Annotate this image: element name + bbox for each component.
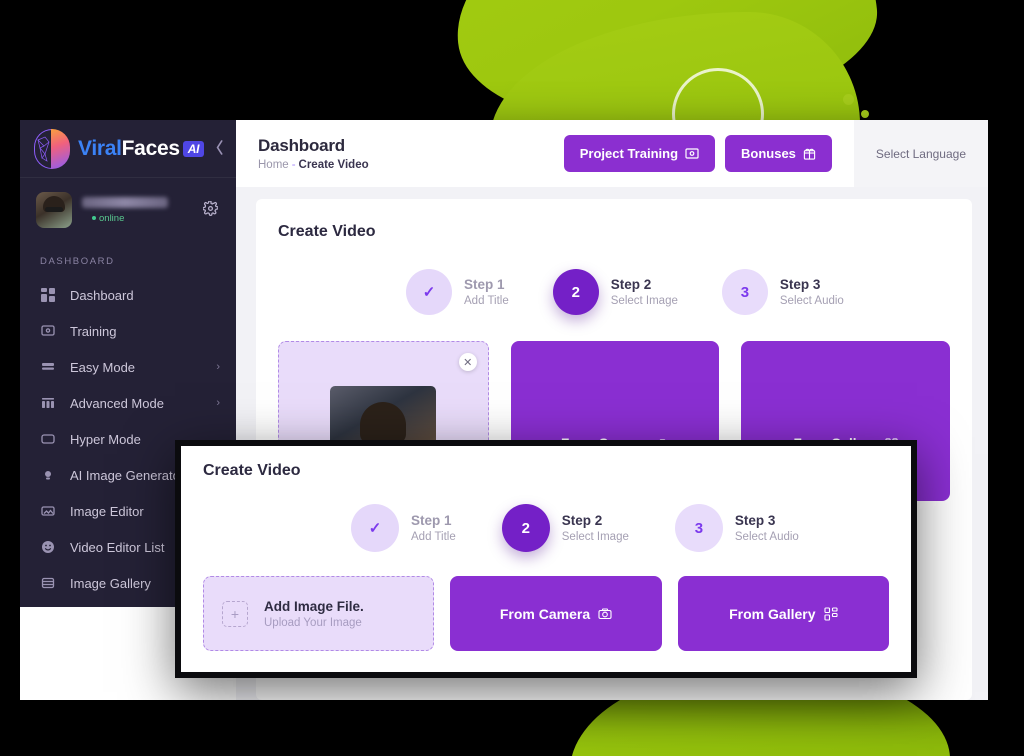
status-badge: online [92, 213, 193, 224]
monitor-icon [40, 431, 56, 447]
step-2-badge: 2 [552, 269, 599, 315]
photo-icon [40, 503, 56, 519]
sidebar-item-easy-mode[interactable]: Easy Mode › [20, 349, 236, 385]
brand-name-faces: Faces [121, 136, 180, 160]
gallery-grid-icon [823, 606, 838, 621]
grid-icon [40, 287, 56, 303]
project-training-button[interactable]: Project Training [563, 135, 716, 172]
modal-stepper: ✓ Step 1 Add Title 2 Step 2 Select Image… [203, 504, 889, 552]
modal-step-3[interactable]: 3 Step 3 Select Audio [674, 504, 799, 552]
brand-name: ViralFaces AI 〈 [78, 137, 223, 161]
modal-source-tiles: + Add Image File. Upload Your Image From… [203, 576, 889, 651]
modal-step-3-title: Step 3 [734, 513, 776, 528]
sparkle-icon [40, 467, 56, 483]
step-3-badge: 3 [721, 269, 768, 315]
close-icon[interactable]: ✕ [458, 353, 477, 371]
select-language-dropdown[interactable]: Select Language [853, 120, 988, 187]
breadcrumb-current: Create Video [298, 159, 369, 171]
step-1-subtitle: Add Title [464, 295, 509, 307]
modal-step-2-subtitle: Select Image [561, 531, 629, 543]
step-1[interactable]: ✓ Step 1 Add Title [406, 269, 509, 315]
modal-add-image-file-dropzone[interactable]: + Add Image File. Upload Your Image [203, 576, 435, 651]
layers-icon [40, 359, 56, 375]
step-1-badge: ✓ [406, 269, 452, 315]
modal-step-2-badge: 2 [501, 504, 550, 552]
brand-name-viral: Viral [78, 136, 122, 160]
user-profile[interactable]: online [20, 178, 236, 238]
status-label: online [99, 212, 125, 224]
step-2-subtitle: Select Image [610, 295, 678, 307]
bonuses-label: Bonuses [741, 146, 796, 161]
project-training-label: Project Training [579, 146, 679, 161]
screenshot-canvas: ViralFaces AI 〈 online DASHBOARD Dashboa… [0, 0, 1024, 756]
chevron-right-icon: › [216, 361, 220, 373]
modal-step-2-title: Step 2 [561, 513, 603, 528]
sidebar-item-dashboard[interactable]: Dashboard [20, 277, 236, 313]
gallery-icon [40, 575, 56, 591]
modal-from-gallery-button[interactable]: From Gallery [677, 576, 889, 651]
step-3-subtitle: Select Audio [779, 295, 844, 307]
page-header: Dashboard Home - Create Video Project Trai… [236, 120, 988, 187]
stepper: ✓ Step 1 Add Title 2 Step 2 Select Image [278, 269, 950, 315]
modal-step-1-title: Step 1 [411, 513, 452, 528]
breadcrumb-separator: - [291, 159, 296, 171]
sidebar-item-advanced-mode[interactable]: Advanced Mode › [20, 385, 236, 421]
bonuses-button[interactable]: Bonuses [725, 135, 832, 172]
dot-decoration [843, 94, 854, 105]
header-actions: Project Training Bonuses Select Language [563, 120, 988, 187]
smiley-icon [40, 539, 56, 555]
step-2-title: Step 2 [610, 277, 652, 292]
plus-icon: + [222, 600, 248, 627]
modal-step-1-subtitle: Add Title [411, 531, 456, 543]
viralfaces-face-icon [34, 128, 70, 169]
gear-icon[interactable] [202, 199, 222, 220]
sidebar-item-label: Dashboard [70, 287, 134, 303]
modal-from-gallery-label: From Gallery [729, 605, 816, 622]
camera-icon [598, 607, 612, 621]
sidebar-item-label: Training [70, 323, 117, 339]
modal-from-camera-label: From Camera [499, 605, 591, 622]
collapse-sidebar-icon[interactable]: 〈 [208, 140, 223, 157]
sidebar-item-label: Advanced Mode [70, 395, 164, 411]
modal-upload-title: Add Image File. [264, 598, 364, 614]
breadcrumb-home[interactable]: Home [258, 159, 289, 171]
columns-icon [40, 395, 56, 411]
modal-title: Create Video [203, 462, 301, 479]
step-1-title: Step 1 [464, 277, 505, 292]
modal-step-3-badge: 3 [674, 504, 723, 552]
modal-from-camera-button[interactable]: From Camera [450, 576, 662, 651]
page-title: Dashboard [258, 136, 345, 155]
sidebar-item-label: Easy Mode [70, 359, 136, 375]
modal-step-2[interactable]: 2 Step 2 Select Image [501, 504, 629, 552]
presentation-icon [40, 323, 56, 339]
modal-step-3-subtitle: Select Audio [734, 531, 799, 543]
step-3-title: Step 3 [779, 277, 821, 292]
card-title: Create Video [278, 223, 376, 240]
brand-logo[interactable]: ViralFaces AI 〈 [20, 120, 236, 178]
avatar [36, 192, 72, 228]
create-video-modal: Create Video ✓ Step 1 Add Title 2 Step 2… [181, 446, 911, 672]
modal-step-1[interactable]: ✓ Step 1 Add Title [351, 504, 456, 552]
chevron-right-icon: › [216, 397, 220, 409]
dot-decoration [861, 110, 869, 118]
nav-section-heading: DASHBOARD [40, 256, 115, 267]
gift-icon [803, 147, 816, 160]
modal-upload-subtitle: Upload Your Image [264, 616, 362, 629]
step-2[interactable]: 2 Step 2 Select Image [552, 269, 678, 315]
modal-step-1-badge: ✓ [351, 504, 399, 552]
breadcrumb: Home - Create Video [258, 159, 564, 171]
create-video-modal-frame: Create Video ✓ Step 1 Add Title 2 Step 2… [175, 440, 917, 678]
face-mesh-icon [37, 136, 50, 162]
sidebar-item-training[interactable]: Training [20, 313, 236, 349]
training-board-icon [685, 147, 699, 161]
ai-badge: AI [182, 140, 205, 157]
select-language-label: Select Language [875, 146, 966, 161]
step-3[interactable]: 3 Step 3 Select Audio [721, 269, 844, 315]
username-blurred [82, 196, 168, 208]
